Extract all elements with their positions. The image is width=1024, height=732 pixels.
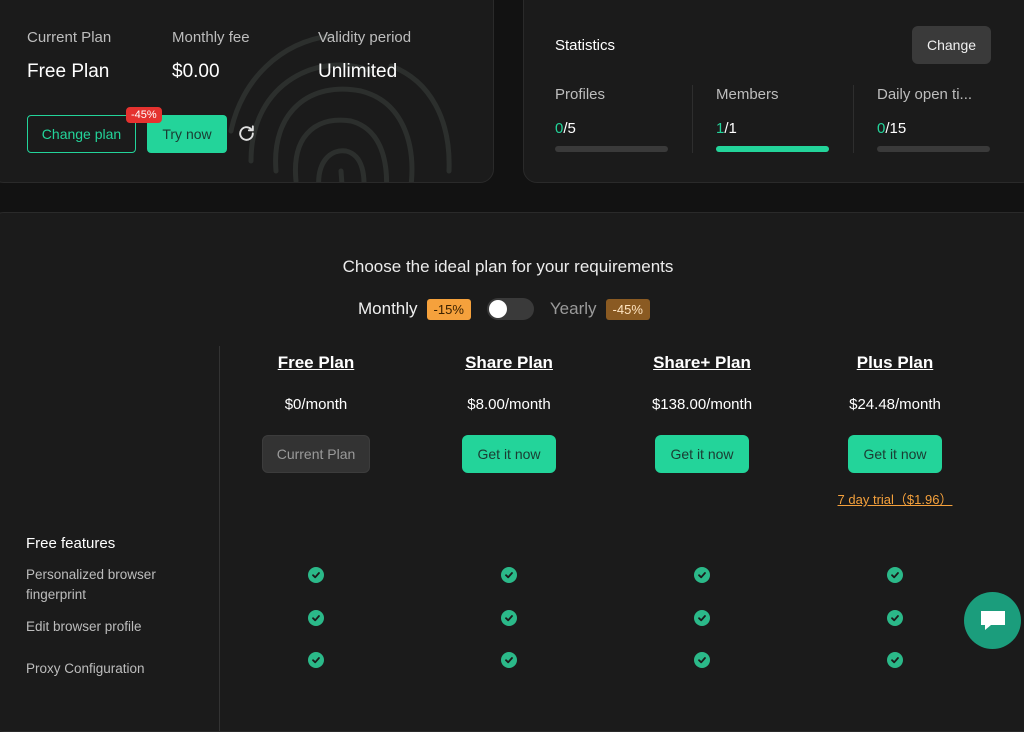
- stat-value: 1/1: [716, 120, 829, 137]
- stat-divider: [692, 85, 693, 153]
- current-plan-value: Free Plan: [27, 61, 110, 82]
- stat-divider: [853, 85, 854, 153]
- statistics-change-button[interactable]: Change: [912, 26, 991, 64]
- check-icon: [694, 567, 710, 583]
- plan-price: $24.48/month: [849, 396, 941, 413]
- check-icon: [887, 567, 903, 583]
- check-icon: [501, 567, 517, 583]
- check-icon: [308, 610, 324, 626]
- statistics-card: Statistics Change Profiles 0/5 Members 1…: [523, 0, 1024, 183]
- stat-label: Members: [716, 86, 779, 103]
- change-plan-button[interactable]: Change plan: [27, 115, 136, 153]
- stat-profiles: Profiles 0/5: [555, 86, 668, 152]
- pricing-title: Choose the ideal plan for your requireme…: [342, 257, 674, 276]
- yearly-discount-tag: -45%: [605, 298, 650, 320]
- feature-label: Proxy Configuration: [26, 661, 145, 676]
- plan-name: Plus Plan: [856, 353, 934, 372]
- current-plan-label: Current Plan: [27, 29, 112, 46]
- stat-total: /5: [563, 120, 576, 137]
- stat-progress-bar: [555, 146, 668, 152]
- plan-column-share-plus: Share+ Plan $138.00/month Get it now: [627, 353, 777, 473]
- stat-daily-open: Daily open ti... 0/15: [877, 86, 990, 152]
- monthly-label[interactable]: Monthly: [358, 299, 418, 319]
- plan-name: Share+ Plan: [653, 353, 751, 372]
- chat-icon: [980, 610, 1005, 630]
- check-icon: [308, 652, 324, 668]
- discount-badge: -45%: [126, 107, 162, 123]
- plan-price: $0/month: [284, 396, 348, 413]
- get-it-now-button[interactable]: Get it now: [655, 435, 749, 473]
- stat-progress-bar: [716, 146, 829, 152]
- statistics-title: Statistics: [555, 37, 616, 54]
- current-plan-button[interactable]: Current Plan: [262, 435, 370, 473]
- billing-toggle-row: Monthly -15% Yearly -45%: [358, 297, 650, 321]
- stat-progress-fill: [716, 146, 829, 152]
- plan-name: Free Plan: [277, 353, 355, 372]
- current-plan-card: Current Plan Monthly fee Validity period…: [0, 0, 494, 183]
- yearly-label[interactable]: Yearly: [550, 299, 597, 319]
- stat-label: Profiles: [555, 86, 606, 103]
- plan-column-share: Share Plan $8.00/month Get it now: [434, 353, 584, 473]
- refresh-icon[interactable]: [237, 124, 256, 143]
- billing-toggle[interactable]: [486, 298, 534, 320]
- chat-button[interactable]: [964, 592, 1021, 649]
- trial-link[interactable]: 7 day trial（$1.96）: [820, 489, 970, 508]
- plan-column-plus: Plus Plan $24.48/month Get it now 7 day …: [820, 353, 970, 508]
- column-divider: [219, 346, 220, 731]
- stat-progress-bar: [877, 146, 990, 152]
- get-it-now-button[interactable]: Get it now: [462, 435, 556, 473]
- stat-value: 0/15: [877, 120, 990, 137]
- check-icon: [501, 610, 517, 626]
- feature-label: Edit browser profile: [26, 619, 142, 634]
- monthly-fee-value: $0.00: [172, 61, 220, 82]
- features-title: Free features: [26, 535, 116, 552]
- stat-label: Daily open ti...: [877, 86, 973, 103]
- validity-period-label: Validity period: [318, 29, 412, 46]
- check-icon: [694, 610, 710, 626]
- check-icon: [308, 567, 324, 583]
- plan-name: Share Plan: [465, 353, 553, 372]
- check-icon: [887, 652, 903, 668]
- get-it-now-button[interactable]: Get it now: [848, 435, 942, 473]
- stat-value: 0/5: [555, 120, 668, 137]
- validity-period-value: Unlimited: [318, 61, 398, 82]
- plan-column-free: Free Plan $0/month Current Plan: [241, 353, 391, 473]
- monthly-fee-label: Monthly fee: [172, 29, 250, 46]
- stat-total: /1: [724, 120, 737, 137]
- pricing-panel: Choose the ideal plan for your requireme…: [0, 212, 1024, 732]
- feature-label: Personalized browser fingerprint: [26, 567, 156, 602]
- stat-members: Members 1/1: [716, 86, 829, 152]
- plan-price: $138.00/month: [651, 396, 753, 413]
- toggle-knob: [488, 300, 507, 318]
- check-icon: [887, 610, 903, 626]
- check-icon: [501, 652, 517, 668]
- monthly-discount-tag: -15%: [426, 298, 471, 320]
- stat-total: /15: [885, 120, 907, 137]
- check-icon: [694, 652, 710, 668]
- plan-price: $8.00/month: [467, 396, 551, 413]
